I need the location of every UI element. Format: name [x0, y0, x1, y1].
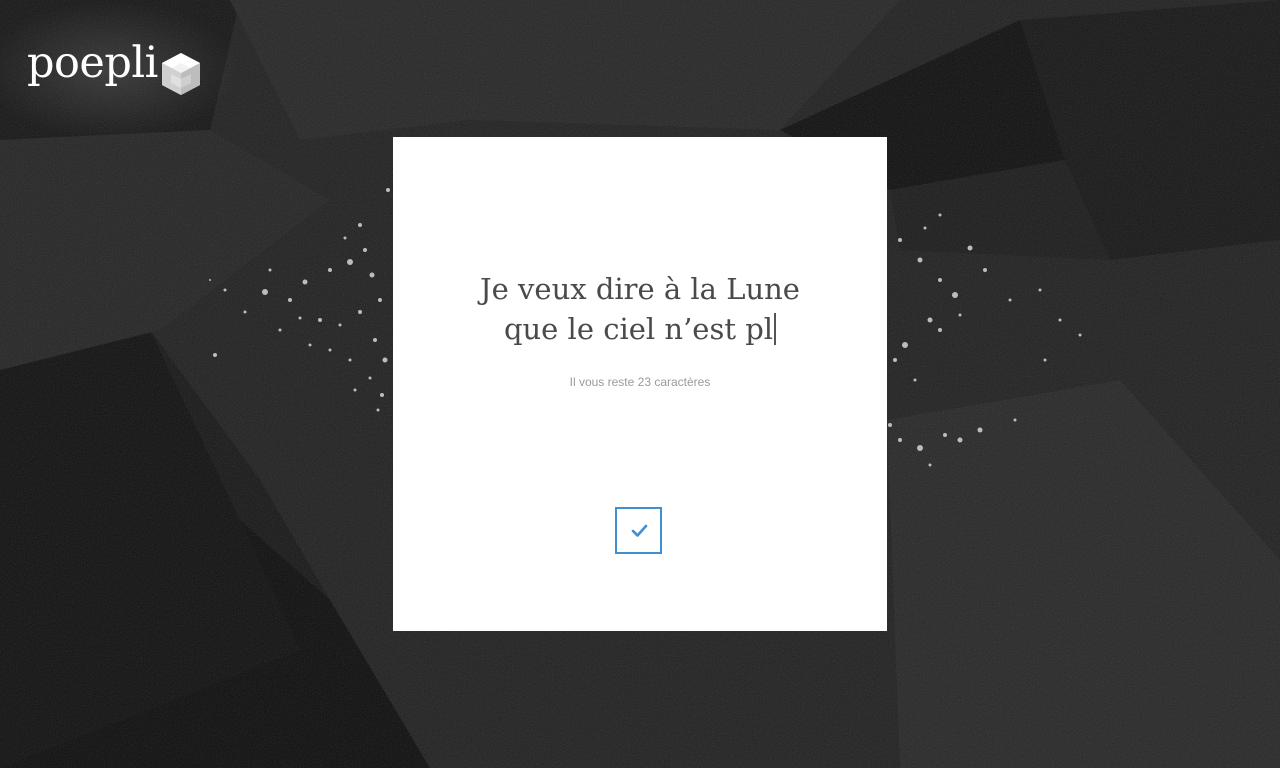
cube-logo-icon [162, 53, 200, 95]
poem-line-2-wrap: que le ciel n’est pl [393, 309, 887, 349]
poem-editor[interactable]: Je veux dire à la Lune que le ciel n’est… [393, 269, 887, 349]
poem-line-2: que le ciel n’est pl [503, 312, 774, 346]
text-caret [774, 313, 777, 345]
poem-card: Je veux dire à la Lune que le ciel n’est… [393, 137, 887, 631]
confirm-button[interactable] [615, 507, 662, 554]
remaining-characters: Il vous reste 23 caractères [569, 375, 711, 389]
checkmark-icon [631, 524, 648, 537]
brand-logo[interactable]: poepli [0, 0, 240, 140]
brand-name: poepli [27, 38, 158, 88]
poem-line-1: Je veux dire à la Lune [480, 272, 800, 306]
